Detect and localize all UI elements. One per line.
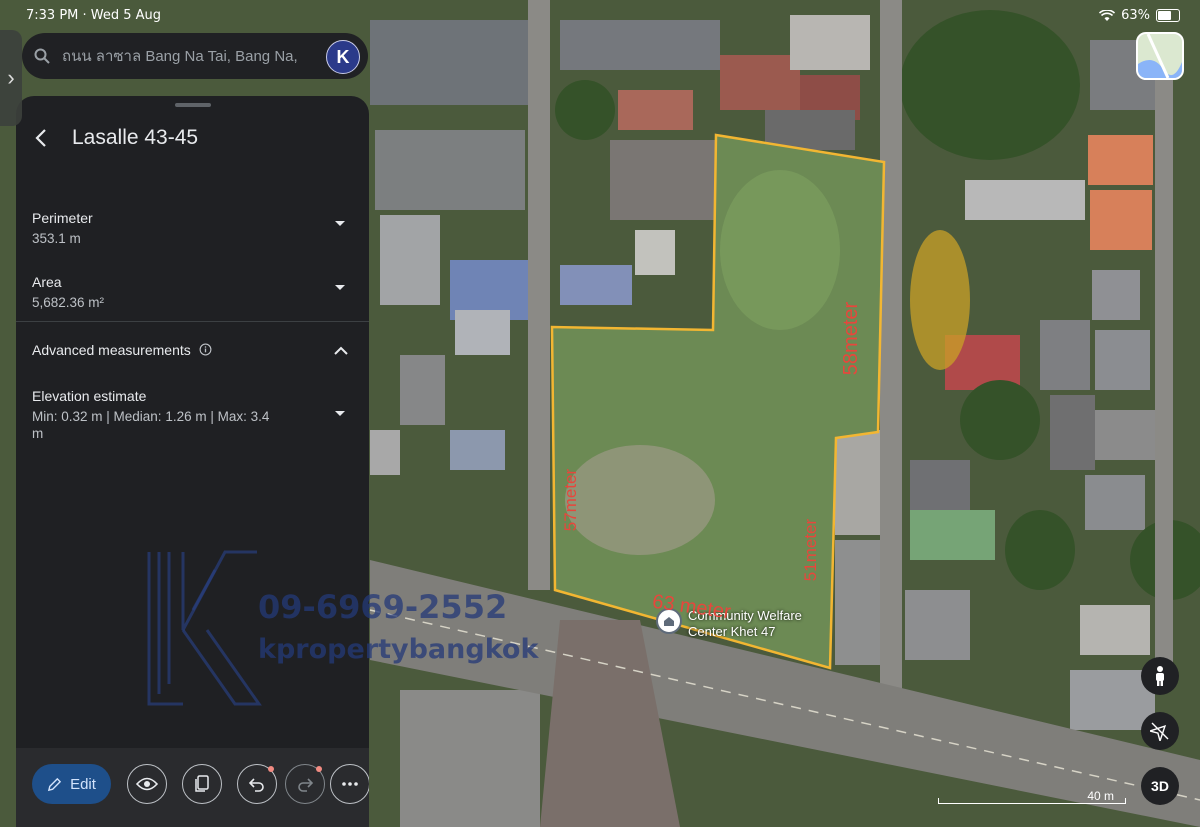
street-view-button[interactable]	[1141, 657, 1179, 695]
place-label-line2: Center Khet 47	[688, 624, 776, 639]
perimeter-label: Perimeter	[32, 210, 93, 226]
more-options-button[interactable]	[330, 764, 369, 804]
edit-button[interactable]: Edit	[32, 764, 111, 804]
edit-label: Edit	[70, 775, 96, 793]
chevron-right-icon: ›	[7, 65, 15, 90]
undo-icon	[249, 778, 264, 792]
dropdown-arrow-icon[interactable]	[334, 220, 346, 228]
panel-title: Lasalle 43-45	[72, 126, 199, 149]
area-label: Area	[32, 274, 62, 290]
status-right: 63%	[1099, 8, 1180, 23]
eye-icon	[136, 777, 158, 791]
edge-label-left: 57meter	[561, 468, 581, 532]
divider	[16, 321, 369, 322]
map-layers-button[interactable]	[1136, 32, 1184, 80]
watermark-phone: 09-6969-2552	[258, 588, 508, 626]
copy-button[interactable]	[182, 764, 222, 804]
battery-percent: 63%	[1121, 8, 1150, 23]
notification-dot	[268, 766, 274, 772]
pencil-icon	[47, 777, 62, 791]
dropdown-arrow-icon[interactable]	[334, 284, 346, 292]
compass-icon	[1150, 722, 1169, 741]
area-value: 5,682.36 m²	[32, 295, 105, 310]
3d-toggle-button[interactable]: 3D	[1141, 767, 1179, 805]
search-icon	[22, 48, 62, 64]
pegman-icon	[1156, 666, 1164, 686]
edge-label-right-upper: 58meter	[840, 301, 863, 376]
back-arrow-icon[interactable]	[30, 126, 54, 150]
search-bar[interactable]: ถนน ลาซาล Bang Na Tai, Bang Na, K	[22, 33, 368, 79]
elevation-value: Min: 0.32 m | Median: 1.26 m | Max: 3.4 …	[32, 409, 270, 441]
search-input[interactable]: ถนน ลาซาล Bang Na Tai, Bang Na,	[62, 44, 322, 68]
measurement-panel: Lasalle 43-45 Perimeter 353.1 m Area 5,6…	[16, 96, 369, 827]
watermark-brand: kpropertybangkok	[258, 634, 539, 665]
perimeter-value: 353.1 m	[32, 231, 81, 246]
dropdown-arrow-icon[interactable]	[334, 410, 346, 418]
compass-button[interactable]	[1141, 712, 1179, 750]
undo-button[interactable]	[237, 764, 277, 804]
expand-drawer-button[interactable]: ›	[0, 30, 22, 126]
area-row[interactable]: Area 5,682.36 m²	[32, 274, 352, 311]
bottom-toolbar: Edit	[16, 748, 369, 827]
perimeter-row[interactable]: Perimeter 353.1 m	[32, 210, 352, 247]
elevation-label: Elevation estimate	[32, 388, 147, 404]
status-time: 7:33 PM · Wed 5 Aug	[26, 8, 162, 23]
info-icon[interactable]	[199, 343, 212, 356]
redo-icon	[298, 778, 313, 792]
edge-label-right-lower: 51meter	[801, 518, 821, 582]
battery-icon	[1156, 9, 1180, 22]
redo-button[interactable]	[285, 764, 325, 804]
drag-handle[interactable]	[175, 103, 211, 107]
more-horizontal-icon	[342, 782, 358, 786]
copy-icon	[195, 775, 209, 792]
status-bar: 7:33 PM · Wed 5 Aug 63%	[0, 6, 1200, 26]
wifi-icon	[1099, 9, 1116, 21]
account-avatar[interactable]: K	[326, 40, 360, 74]
chevron-up-icon[interactable]	[334, 346, 348, 355]
watermark-logo	[147, 550, 262, 706]
visibility-button[interactable]	[127, 764, 167, 804]
notification-dot	[316, 766, 322, 772]
scale-line	[938, 798, 1126, 804]
advanced-measurements-label: Advanced measurements	[32, 342, 191, 358]
scale-bar: 40 m	[938, 789, 1126, 804]
layers-thumbnail-icon	[1138, 34, 1182, 78]
elevation-row[interactable]: Elevation estimate Min: 0.32 m | Median:…	[32, 388, 352, 442]
advanced-measurements-toggle[interactable]: Advanced measurements	[32, 342, 352, 360]
